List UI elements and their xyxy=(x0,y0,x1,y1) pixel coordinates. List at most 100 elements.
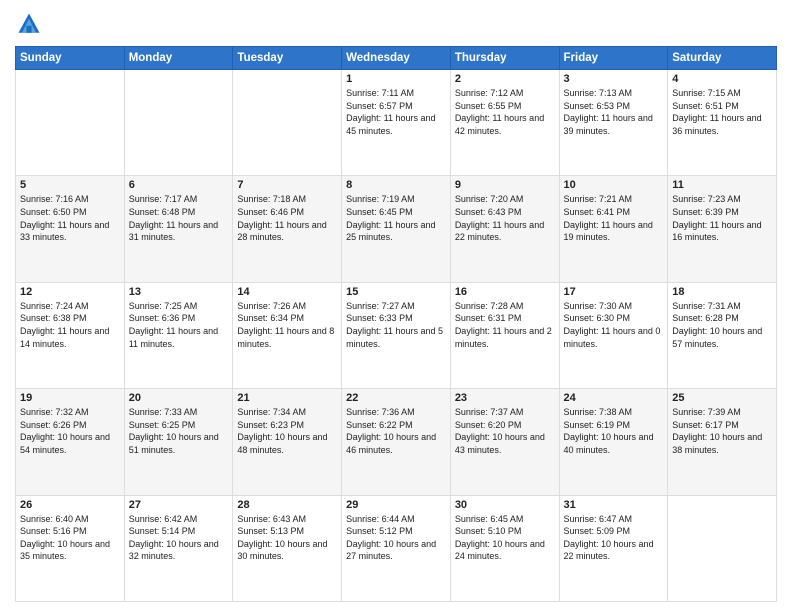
day-number: 25 xyxy=(672,392,772,404)
day-number: 23 xyxy=(455,392,555,404)
day-number: 11 xyxy=(672,179,772,191)
day-number: 12 xyxy=(20,286,120,298)
page: SundayMondayTuesdayWednesdayThursdayFrid… xyxy=(0,0,792,612)
day-number: 21 xyxy=(237,392,337,404)
day-number: 7 xyxy=(237,179,337,191)
calendar-cell: 20Sunrise: 7:33 AM Sunset: 6:25 PM Dayli… xyxy=(124,389,233,495)
calendar-header-friday: Friday xyxy=(559,47,668,70)
logo xyxy=(15,10,47,38)
day-info: Sunrise: 7:34 AM Sunset: 6:23 PM Dayligh… xyxy=(237,406,337,456)
day-info: Sunrise: 6:45 AM Sunset: 5:10 PM Dayligh… xyxy=(455,513,555,563)
calendar-cell: 14 Sunrise: 7:26 AM Sunset: 6:34 PM Dayli… xyxy=(233,282,342,388)
calendar-week-1: 1 Sunrise: 7:11 AM Sunset: 6:57 PM Daylig… xyxy=(16,70,777,176)
day-info: Sunrise: 7:33 AM Sunset: 6:25 PM Dayligh… xyxy=(129,406,229,456)
day-number: 22 xyxy=(346,392,446,404)
calendar-cell: 4 Sunrise: 7:15 AM Sunset: 6:51 PM Daylig… xyxy=(668,70,777,176)
day-info: Sunrise: 7:23 AM Sunset: 6:39 PM Dayligh… xyxy=(672,193,772,243)
calendar-cell: 24 Sunrise: 7:38 AM Sunset: 6:19 PM Dayli… xyxy=(559,389,668,495)
day-info: Sunrise: 7:32 AM Sunset: 6:26 PM Dayligh… xyxy=(20,406,120,456)
day-number: 27 xyxy=(129,499,229,511)
calendar-cell: 13 Sunrise: 7:25 AM Sunset: 6:36 PM Dayli… xyxy=(124,282,233,388)
calendar-header-row: SundayMondayTuesdayWednesdayThursdayFrid… xyxy=(16,47,777,70)
calendar-cell: 23 Sunrise: 7:37 AM Sunset: 6:20 PM Dayli… xyxy=(450,389,559,495)
calendar-cell: 18Sunrise: 7:31 AM Sunset: 6:28 PM Dayli… xyxy=(668,282,777,388)
day-info: Sunrise: 7:39 AM Sunset: 6:17 PM Dayligh… xyxy=(672,406,772,456)
calendar-header-monday: Monday xyxy=(124,47,233,70)
calendar-cell: 31Sunrise: 6:47 AM Sunset: 5:09 PM Dayli… xyxy=(559,495,668,601)
calendar-cell: 12 Sunrise: 7:24 AM Sunset: 6:38 PM Dayli… xyxy=(16,282,125,388)
day-number: 24 xyxy=(564,392,664,404)
day-info: Sunrise: 6:40 AM Sunset: 5:16 PM Dayligh… xyxy=(20,513,120,563)
day-info: Sunrise: 7:11 AM Sunset: 6:57 PM Dayligh… xyxy=(346,87,446,137)
calendar-week-4: 19 Sunrise: 7:32 AM Sunset: 6:26 PM Dayli… xyxy=(16,389,777,495)
day-info: Sunrise: 6:43 AM Sunset: 5:13 PM Dayligh… xyxy=(237,513,337,563)
calendar-cell: 8 Sunrise: 7:19 AM Sunset: 6:45 PM Daylig… xyxy=(342,176,451,282)
calendar-header-thursday: Thursday xyxy=(450,47,559,70)
header xyxy=(15,10,777,38)
calendar-cell xyxy=(124,70,233,176)
day-info: Sunrise: 7:26 AM Sunset: 6:34 PM Dayligh… xyxy=(237,300,337,350)
calendar-week-2: 5 Sunrise: 7:16 AM Sunset: 6:50 PM Daylig… xyxy=(16,176,777,282)
day-number: 29 xyxy=(346,499,446,511)
day-info: Sunrise: 7:30 AM Sunset: 6:30 PM Dayligh… xyxy=(564,300,664,350)
day-number: 13 xyxy=(129,286,229,298)
calendar-cell: 6 Sunrise: 7:17 AM Sunset: 6:48 PM Daylig… xyxy=(124,176,233,282)
day-number: 28 xyxy=(237,499,337,511)
day-number: 30 xyxy=(455,499,555,511)
day-info: Sunrise: 7:19 AM Sunset: 6:45 PM Dayligh… xyxy=(346,193,446,243)
calendar-cell: 11 Sunrise: 7:23 AM Sunset: 6:39 PM Dayli… xyxy=(668,176,777,282)
day-number: 31 xyxy=(564,499,664,511)
day-number: 5 xyxy=(20,179,120,191)
calendar-table: SundayMondayTuesdayWednesdayThursdayFrid… xyxy=(15,46,777,602)
calendar-cell: 5 Sunrise: 7:16 AM Sunset: 6:50 PM Daylig… xyxy=(16,176,125,282)
day-number: 1 xyxy=(346,73,446,85)
day-info: Sunrise: 7:38 AM Sunset: 6:19 PM Dayligh… xyxy=(564,406,664,456)
day-info: Sunrise: 6:42 AM Sunset: 5:14 PM Dayligh… xyxy=(129,513,229,563)
day-number: 16 xyxy=(455,286,555,298)
day-number: 14 xyxy=(237,286,337,298)
day-info: Sunrise: 7:27 AM Sunset: 6:33 PM Dayligh… xyxy=(346,300,446,350)
day-info: Sunrise: 7:18 AM Sunset: 6:46 PM Dayligh… xyxy=(237,193,337,243)
calendar-cell: 30 Sunrise: 6:45 AM Sunset: 5:10 PM Dayli… xyxy=(450,495,559,601)
calendar-cell: 9 Sunrise: 7:20 AM Sunset: 6:43 PM Daylig… xyxy=(450,176,559,282)
calendar-week-3: 12 Sunrise: 7:24 AM Sunset: 6:38 PM Dayli… xyxy=(16,282,777,388)
calendar-cell: 28 Sunrise: 6:43 AM Sunset: 5:13 PM Dayli… xyxy=(233,495,342,601)
day-number: 9 xyxy=(455,179,555,191)
day-info: Sunrise: 7:13 AM Sunset: 6:53 PM Dayligh… xyxy=(564,87,664,137)
day-info: Sunrise: 6:44 AM Sunset: 5:12 PM Dayligh… xyxy=(346,513,446,563)
calendar-cell: 16 Sunrise: 7:28 AM Sunset: 6:31 PM Dayli… xyxy=(450,282,559,388)
calendar-cell: 17 Sunrise: 7:30 AM Sunset: 6:30 PM Dayli… xyxy=(559,282,668,388)
calendar-cell xyxy=(668,495,777,601)
calendar-cell: 27 Sunrise: 6:42 AM Sunset: 5:14 PM Dayli… xyxy=(124,495,233,601)
day-number: 4 xyxy=(672,73,772,85)
calendar-cell: 21 Sunrise: 7:34 AM Sunset: 6:23 PM Dayli… xyxy=(233,389,342,495)
day-info: Sunrise: 7:31 AM Sunset: 6:28 PM Dayligh… xyxy=(672,300,772,350)
day-number: 8 xyxy=(346,179,446,191)
day-info: Sunrise: 7:36 AM Sunset: 6:22 PM Dayligh… xyxy=(346,406,446,456)
day-number: 6 xyxy=(129,179,229,191)
day-number: 19 xyxy=(20,392,120,404)
day-number: 17 xyxy=(564,286,664,298)
calendar-cell: 1 Sunrise: 7:11 AM Sunset: 6:57 PM Daylig… xyxy=(342,70,451,176)
calendar-header-saturday: Saturday xyxy=(668,47,777,70)
day-info: Sunrise: 7:12 AM Sunset: 6:55 PM Dayligh… xyxy=(455,87,555,137)
calendar-cell xyxy=(16,70,125,176)
calendar-cell: 25 Sunrise: 7:39 AM Sunset: 6:17 PM Dayli… xyxy=(668,389,777,495)
calendar-cell: 3Sunrise: 7:13 AM Sunset: 6:53 PM Daylig… xyxy=(559,70,668,176)
calendar-week-5: 26 Sunrise: 6:40 AM Sunset: 5:16 PM Dayli… xyxy=(16,495,777,601)
calendar-cell: 2Sunrise: 7:12 AM Sunset: 6:55 PM Daylig… xyxy=(450,70,559,176)
day-info: Sunrise: 7:37 AM Sunset: 6:20 PM Dayligh… xyxy=(455,406,555,456)
day-info: Sunrise: 7:28 AM Sunset: 6:31 PM Dayligh… xyxy=(455,300,555,350)
day-info: Sunrise: 7:21 AM Sunset: 6:41 PM Dayligh… xyxy=(564,193,664,243)
day-number: 26 xyxy=(20,499,120,511)
day-info: Sunrise: 7:15 AM Sunset: 6:51 PM Dayligh… xyxy=(672,87,772,137)
calendar-header-sunday: Sunday xyxy=(16,47,125,70)
day-info: Sunrise: 7:24 AM Sunset: 6:38 PM Dayligh… xyxy=(20,300,120,350)
day-info: Sunrise: 7:25 AM Sunset: 6:36 PM Dayligh… xyxy=(129,300,229,350)
day-info: Sunrise: 7:20 AM Sunset: 6:43 PM Dayligh… xyxy=(455,193,555,243)
calendar-cell: 26 Sunrise: 6:40 AM Sunset: 5:16 PM Dayli… xyxy=(16,495,125,601)
calendar-cell: 22 Sunrise: 7:36 AM Sunset: 6:22 PM Dayli… xyxy=(342,389,451,495)
day-info: Sunrise: 7:16 AM Sunset: 6:50 PM Dayligh… xyxy=(20,193,120,243)
calendar-cell: 19 Sunrise: 7:32 AM Sunset: 6:26 PM Dayli… xyxy=(16,389,125,495)
day-info: Sunrise: 7:17 AM Sunset: 6:48 PM Dayligh… xyxy=(129,193,229,243)
